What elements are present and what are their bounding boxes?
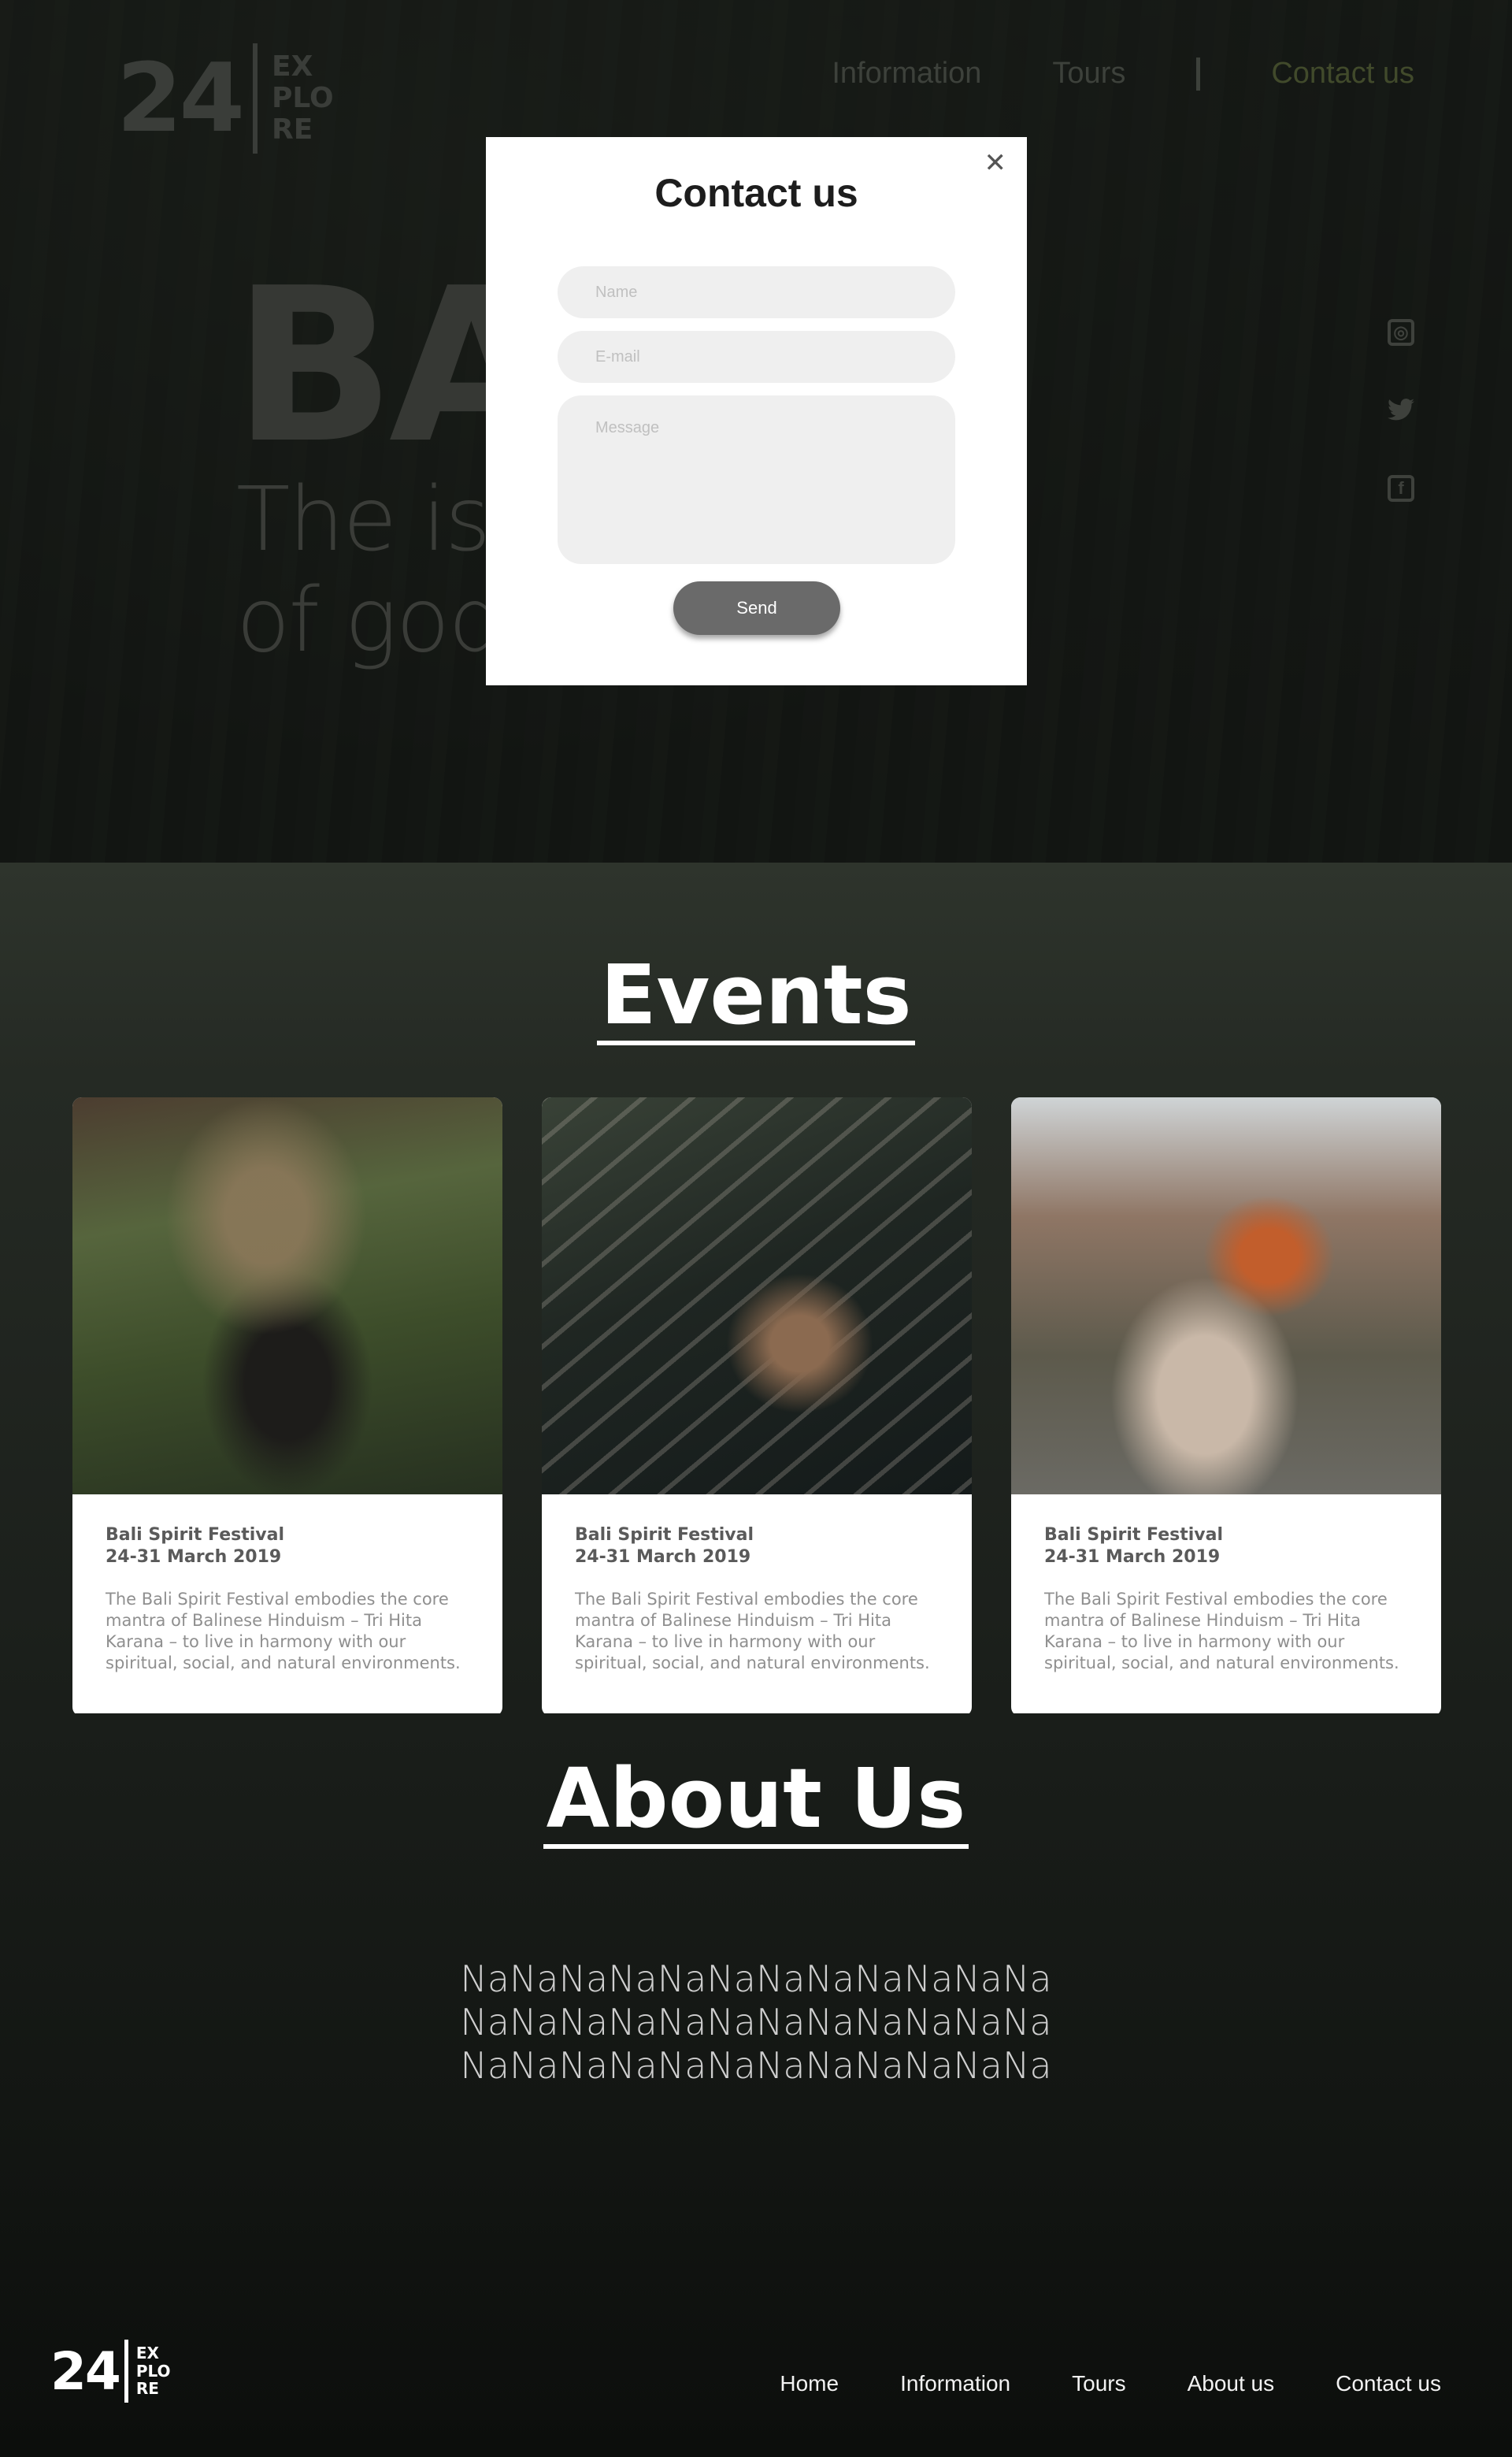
event-photo bbox=[1011, 1097, 1441, 1494]
facebook-icon[interactable]: f bbox=[1388, 475, 1414, 502]
event-card[interactable]: Bali Spirit Festival 24-31 March 2019 Th… bbox=[542, 1097, 972, 1717]
event-title: Bali Spirit Festival bbox=[106, 1525, 284, 1545]
events-section: Events Bali Spirit Festival 24-31 March … bbox=[0, 863, 1512, 1717]
event-date: 24-31 March 2019 bbox=[575, 1547, 751, 1567]
twitter-icon[interactable] bbox=[1388, 398, 1414, 425]
event-title: Bali Spirit Festival bbox=[1044, 1525, 1223, 1545]
about-line: NaNaNaNaNaNaNaNaNaNaNaNa bbox=[460, 1958, 1052, 2000]
nav-information[interactable]: Information bbox=[832, 57, 981, 91]
about-heading-wrap: About Us bbox=[0, 1753, 1512, 1849]
footer-link-contact-us[interactable]: Contact us bbox=[1336, 2371, 1441, 2396]
logo-number: 24 bbox=[50, 2340, 121, 2402]
footer-link-tours[interactable]: Tours bbox=[1072, 2371, 1125, 2396]
name-field[interactable] bbox=[558, 266, 955, 318]
about-heading: About Us bbox=[543, 1753, 969, 1849]
nav-tours[interactable]: Tours bbox=[1052, 57, 1125, 91]
events-heading-wrap: Events bbox=[0, 949, 1512, 1045]
header-nav: Information Tours Contact us bbox=[832, 57, 1414, 91]
events-heading: Events bbox=[597, 949, 915, 1045]
footer-link-about-us[interactable]: About us bbox=[1188, 2371, 1275, 2396]
event-photo bbox=[72, 1097, 502, 1494]
about-line: NaNaNaNaNaNaNaNaNaNaNaNa bbox=[460, 2001, 1052, 2043]
logo-word: EX bbox=[135, 2344, 159, 2363]
logo-word: RE bbox=[135, 2379, 159, 2399]
hero-subtitle: The isl of god bbox=[236, 470, 513, 671]
send-button[interactable]: Send bbox=[673, 581, 840, 635]
modal-title: Contact us bbox=[654, 171, 858, 215]
event-photo bbox=[542, 1097, 972, 1494]
footer-nav: Home Information Tours About us Contact … bbox=[780, 2371, 1441, 2396]
event-description: The Bali Spirit Festival embodies the co… bbox=[575, 1590, 930, 1672]
logo-divider bbox=[253, 43, 258, 154]
hero-section: 24 EX PLO RE Information Tours Contact u… bbox=[0, 0, 1512, 863]
about-line: NaNaNaNaNaNaNaNaNaNaNaNa bbox=[460, 2044, 1052, 2087]
logo-word: EX bbox=[272, 50, 313, 83]
event-card[interactable]: Bali Spirit Festival 24-31 March 2019 Th… bbox=[1011, 1097, 1441, 1717]
event-date: 24-31 March 2019 bbox=[106, 1547, 282, 1567]
logo-word: PLO bbox=[135, 2361, 171, 2381]
hero-subtitle-line: The isl bbox=[236, 469, 513, 571]
nav-separator bbox=[1196, 57, 1201, 91]
footer-link-home[interactable]: Home bbox=[780, 2371, 839, 2396]
hero-subtitle-line: of god bbox=[236, 570, 504, 672]
event-description: The Bali Spirit Festival embodies the co… bbox=[106, 1590, 461, 1672]
event-date: 24-31 March 2019 bbox=[1044, 1547, 1221, 1567]
contact-modal: ✕ Contact us Send bbox=[486, 137, 1027, 685]
logo-divider bbox=[124, 2340, 128, 2403]
logo-word: PLO bbox=[272, 81, 334, 114]
footer-logo[interactable]: 24 EX PLO RE bbox=[50, 2340, 171, 2403]
about-section: About Us NaNaNaNaNaNaNaNaNaNaNaNa NaNaNa… bbox=[0, 1713, 1512, 2457]
about-text: NaNaNaNaNaNaNaNaNaNaNaNa NaNaNaNaNaNaNaN… bbox=[0, 1958, 1512, 2088]
footer-link-information[interactable]: Information bbox=[900, 2371, 1010, 2396]
message-field[interactable] bbox=[558, 395, 955, 564]
event-description: The Bali Spirit Festival embodies the co… bbox=[1044, 1590, 1399, 1672]
logo-words: EX PLO RE bbox=[135, 2344, 171, 2399]
logo-word: RE bbox=[272, 113, 313, 147]
logo-words: EX PLO RE bbox=[272, 50, 334, 147]
email-field[interactable] bbox=[558, 331, 955, 383]
header-logo[interactable]: 24 EX PLO RE bbox=[117, 43, 334, 154]
event-title: Bali Spirit Festival bbox=[575, 1525, 754, 1545]
event-card[interactable]: Bali Spirit Festival 24-31 March 2019 Th… bbox=[72, 1097, 502, 1717]
instagram-icon[interactable]: ◎ bbox=[1388, 319, 1414, 346]
logo-number: 24 bbox=[117, 43, 245, 154]
nav-contact-us[interactable]: Contact us bbox=[1271, 57, 1414, 91]
